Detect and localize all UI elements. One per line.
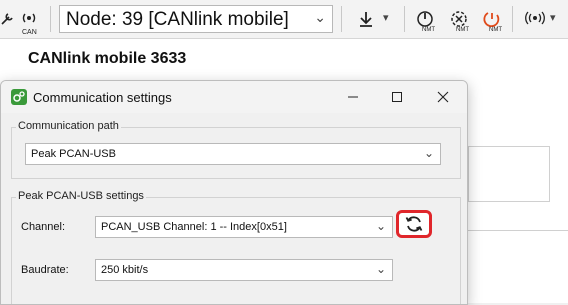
node-select-value: Node: 39 [CANlink mobile] bbox=[66, 9, 289, 30]
background-divider bbox=[468, 230, 568, 231]
communication-path-value: Peak PCAN-USB bbox=[31, 148, 116, 160]
nmt-start-icon bbox=[417, 11, 433, 27]
settings-gear-icon bbox=[11, 89, 27, 105]
nmt-start-button[interactable]: NMT bbox=[412, 6, 438, 33]
baudrate-value: 250 kbit/s bbox=[101, 264, 149, 276]
node-select[interactable]: Node: 39 [CANlink mobile] ⌄ bbox=[59, 5, 333, 33]
minimize-button[interactable] bbox=[331, 81, 375, 113]
close-button[interactable] bbox=[421, 81, 465, 113]
toolbar-separator bbox=[341, 6, 342, 32]
toolbar-separator bbox=[404, 6, 405, 32]
nmt-stop-button[interactable]: NMT bbox=[446, 6, 472, 33]
broadcast-dropdown-icon[interactable]: ▾ bbox=[550, 11, 556, 24]
channel-select[interactable]: PCAN_USB Channel: 1 -- Index[0x51] ⌄ bbox=[95, 216, 393, 238]
nmt-stop-icon bbox=[451, 11, 467, 27]
pcan-settings-group bbox=[11, 197, 461, 304]
communication-settings-dialog: Communication settings Communication pat… bbox=[0, 80, 468, 305]
toolbar-separator bbox=[50, 6, 51, 32]
dialog-title: Communication settings bbox=[33, 90, 172, 105]
nmt-reset-icon bbox=[483, 12, 500, 28]
chevron-down-icon: ⌄ bbox=[375, 262, 386, 276]
minimize-icon bbox=[348, 96, 358, 98]
pcan-settings-legend: Peak PCAN-USB settings bbox=[16, 190, 146, 202]
communication-path-select[interactable]: Peak PCAN-USB ⌄ bbox=[25, 143, 441, 165]
chevron-down-icon: ⌄ bbox=[375, 219, 386, 233]
nmt-label: NMT bbox=[489, 27, 502, 33]
communication-path-legend: Communication path bbox=[16, 120, 121, 132]
download-dropdown-icon[interactable]: ▾ bbox=[383, 11, 389, 24]
broadcast-button[interactable] bbox=[522, 6, 548, 32]
channel-label: Channel: bbox=[21, 221, 66, 233]
broadcast-icon bbox=[525, 11, 545, 25]
can-signal-icon bbox=[22, 13, 36, 23]
channel-value: PCAN_USB Channel: 1 -- Index[0x51] bbox=[101, 221, 287, 233]
baudrate-label: Baudrate: bbox=[21, 264, 69, 276]
chevron-down-icon: ⌄ bbox=[314, 9, 326, 25]
device-title: CANlink mobile 3633 bbox=[28, 50, 187, 67]
maximize-icon bbox=[392, 92, 402, 102]
chevron-down-icon: ⌄ bbox=[423, 146, 434, 160]
maximize-button[interactable] bbox=[375, 81, 419, 113]
can-connection-button[interactable]: CAN bbox=[16, 6, 42, 36]
refresh-channels-button[interactable] bbox=[396, 210, 432, 238]
refresh-icon bbox=[405, 216, 423, 232]
nmt-reset-button[interactable]: NMT bbox=[479, 6, 505, 33]
download-icon bbox=[360, 12, 372, 27]
download-button[interactable] bbox=[353, 6, 379, 32]
nmt-label: NMT bbox=[422, 27, 435, 33]
baudrate-select[interactable]: 250 kbit/s ⌄ bbox=[95, 259, 393, 281]
can-label: CAN bbox=[22, 29, 37, 36]
toolbar-separator bbox=[512, 6, 513, 32]
background-panel bbox=[468, 146, 550, 202]
nmt-label: NMT bbox=[456, 27, 469, 33]
close-icon bbox=[437, 91, 449, 103]
